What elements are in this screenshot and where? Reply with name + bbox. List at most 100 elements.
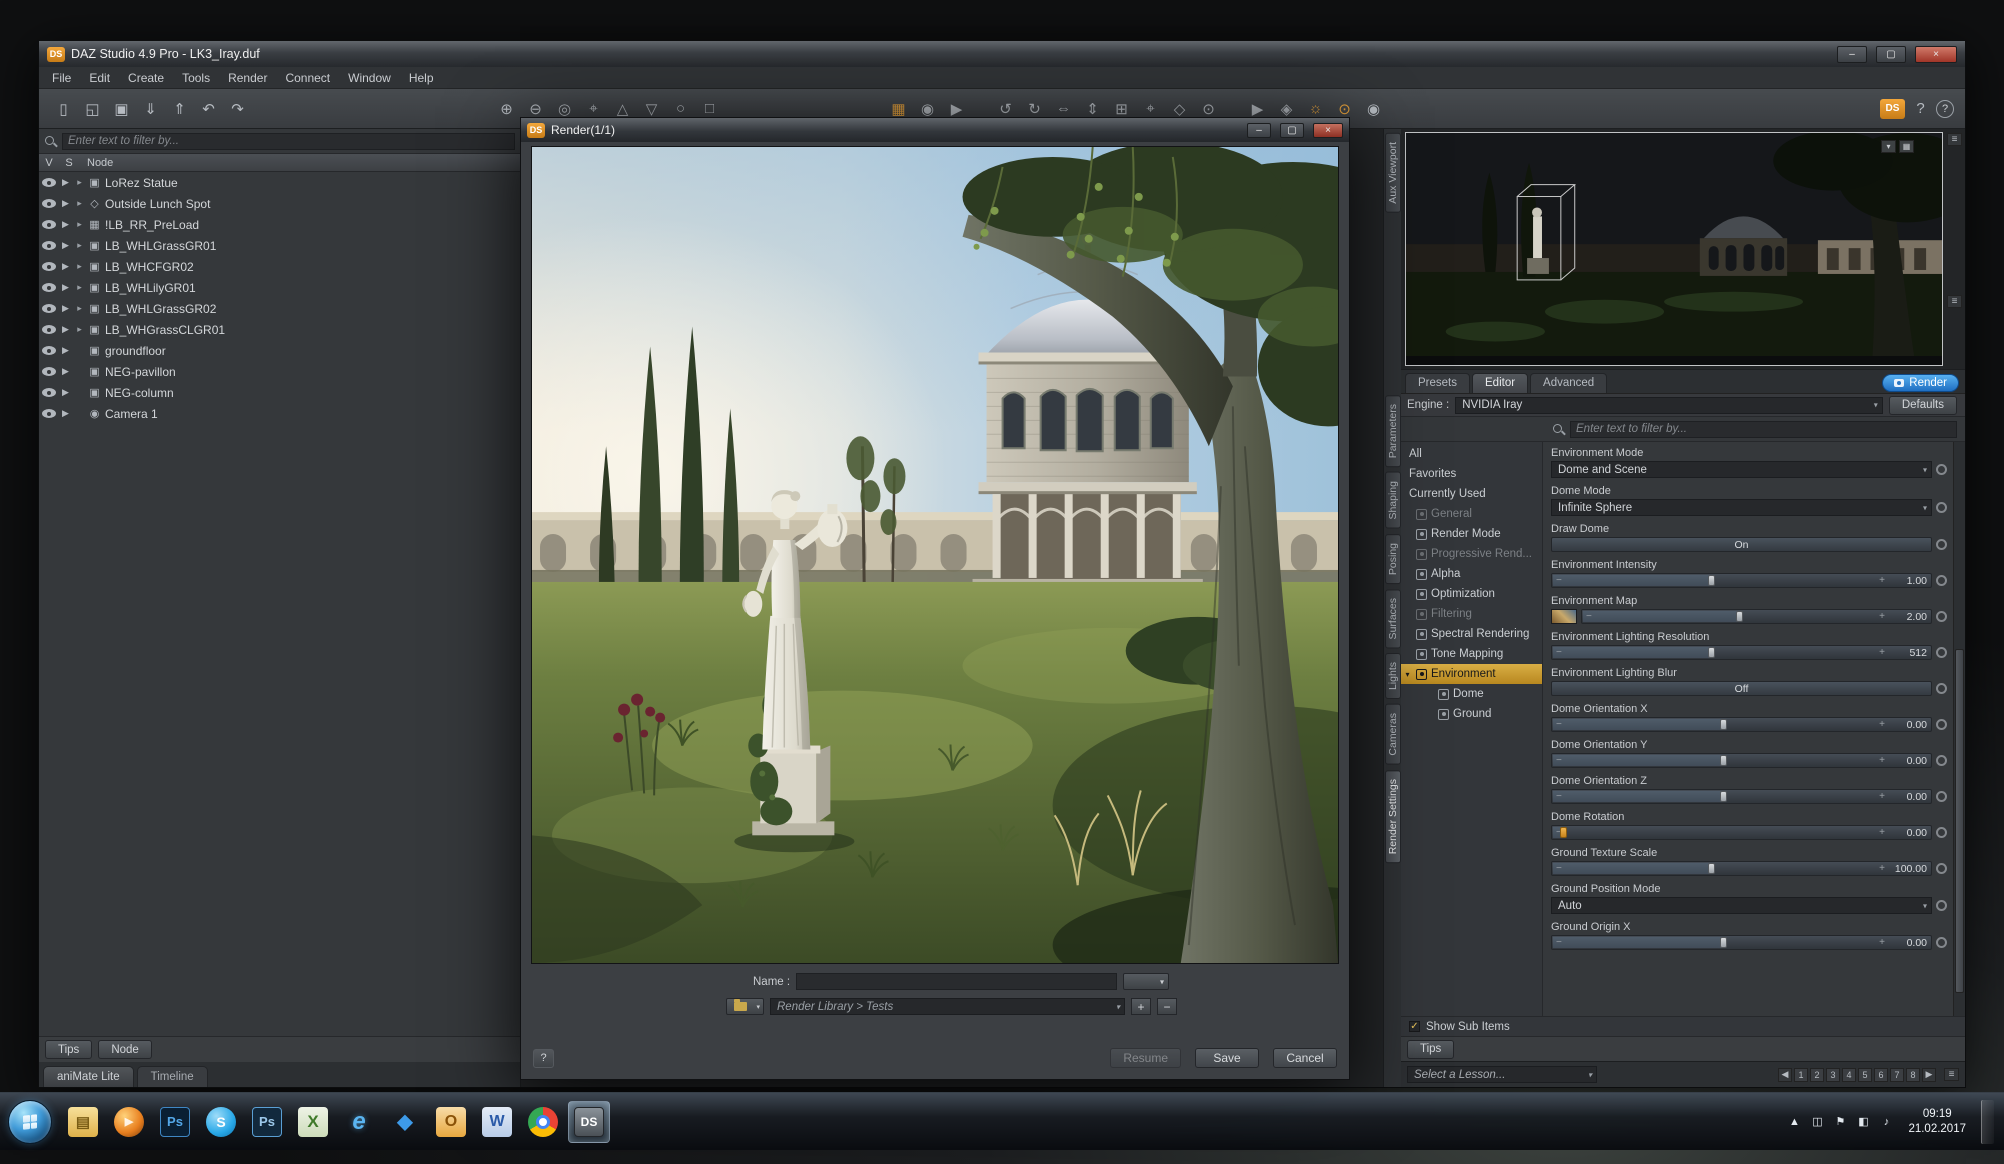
- render-settings-tab[interactable]: Editor: [1472, 373, 1528, 393]
- slider-handle[interactable]: [1708, 863, 1715, 874]
- slider-increment-icon[interactable]: [1879, 574, 1885, 587]
- taskbar-internet-explorer[interactable]: e: [338, 1101, 380, 1143]
- slider-decrement-icon[interactable]: [1556, 790, 1562, 803]
- slider-handle[interactable]: [1720, 755, 1727, 766]
- gear-icon[interactable]: [1936, 719, 1947, 730]
- scene-node-row[interactable]: ▶ ▸ ▣ LoRez Statue: [39, 172, 520, 193]
- visibility-eye-icon[interactable]: [42, 220, 56, 229]
- settings-category[interactable]: ▾ Dome: [1401, 684, 1542, 704]
- pager-page[interactable]: 6: [1874, 1068, 1888, 1082]
- lesson-dropdown[interactable]: Select a Lesson...: [1407, 1066, 1597, 1083]
- tray-volume-icon[interactable]: ♪: [1879, 1116, 1893, 1128]
- slider-decrement-icon[interactable]: [1556, 862, 1562, 875]
- slider-handle[interactable]: [1560, 827, 1567, 838]
- property-slider[interactable]: 512: [1551, 645, 1932, 660]
- gear-icon[interactable]: [1936, 900, 1947, 911]
- side-tab[interactable]: Lights: [1385, 653, 1401, 699]
- spacer[interactable]: [1389, 95, 1878, 122]
- render-name-input[interactable]: [796, 973, 1117, 990]
- lesson-menu-icon[interactable]: ≡: [1944, 1068, 1959, 1081]
- expand-caret-icon[interactable]: ▸: [75, 261, 84, 272]
- pager-page[interactable]: 8: [1906, 1068, 1920, 1082]
- selection-pointer-icon[interactable]: ▶: [60, 408, 71, 419]
- library-path-dropdown[interactable]: Render Library > Tests: [770, 998, 1125, 1015]
- minimize-button[interactable]: –: [1837, 46, 1867, 63]
- pager-prev-icon[interactable]: ◀: [1778, 1068, 1792, 1082]
- side-tab[interactable]: Posing: [1385, 534, 1401, 584]
- pager-page[interactable]: 2: [1810, 1068, 1824, 1082]
- gear-icon[interactable]: [1936, 464, 1947, 475]
- side-tab[interactable]: Cameras: [1385, 704, 1401, 765]
- selection-pointer-icon[interactable]: ▶: [60, 198, 71, 209]
- expand-caret-icon[interactable]: ▸: [75, 198, 84, 209]
- dialog-restore-button[interactable]: ▢: [1280, 123, 1304, 138]
- property-slider[interactable]: 2.00: [1581, 609, 1932, 624]
- gear-icon[interactable]: [1936, 575, 1947, 586]
- aux-viewport-preview[interactable]: ▾ ▦: [1405, 132, 1943, 366]
- slider-increment-icon[interactable]: [1879, 718, 1885, 731]
- slider-increment-icon[interactable]: [1879, 646, 1885, 659]
- scene-node-row[interactable]: ▶ ▸ ◉ Camera 1: [39, 403, 520, 424]
- remove-folder-button[interactable]: −: [1157, 998, 1177, 1015]
- slider-handle[interactable]: [1736, 611, 1743, 622]
- menu-item[interactable]: File: [43, 68, 80, 88]
- scene-node-row[interactable]: ▶ ▸ ▣ LB_WHGrassCLGR01: [39, 319, 520, 340]
- slider-handle[interactable]: [1720, 719, 1727, 730]
- help-icon[interactable]: ?: [1936, 100, 1954, 118]
- scene-node-row[interactable]: ▶ ▸ ▣ groundfloor: [39, 340, 520, 361]
- property-slider[interactable]: 0.00: [1551, 825, 1932, 840]
- settings-category[interactable]: ▾ Currently Used: [1401, 484, 1542, 504]
- dialog-close-button[interactable]: ×: [1313, 123, 1343, 138]
- import-icon[interactable]: ⇓: [137, 95, 164, 122]
- selection-pointer-icon[interactable]: ▶: [60, 177, 71, 188]
- create-null-icon[interactable]: ⊕: [493, 95, 520, 122]
- side-tab[interactable]: Render Settings: [1385, 770, 1401, 863]
- pager-next-icon[interactable]: ▶: [1922, 1068, 1936, 1082]
- dialog-minimize-button[interactable]: –: [1247, 123, 1271, 138]
- defaults-button[interactable]: Defaults: [1889, 396, 1957, 415]
- slider-decrement-icon[interactable]: [1556, 754, 1562, 767]
- expand-caret-icon[interactable]: ▸: [75, 240, 84, 251]
- selection-pointer-icon[interactable]: ▶: [60, 324, 71, 335]
- slider-handle[interactable]: [1708, 647, 1715, 658]
- side-tab[interactable]: Surfaces: [1385, 589, 1401, 648]
- properties-scrollbar[interactable]: [1953, 442, 1965, 1016]
- taskbar-clock[interactable]: 09:19 21.02.2017: [1908, 1107, 1966, 1137]
- selection-pointer-icon[interactable]: ▶: [60, 345, 71, 356]
- property-toggle[interactable]: Off: [1551, 681, 1932, 696]
- property-slider[interactable]: 0.00: [1551, 717, 1932, 732]
- scene-node-row[interactable]: ▶ ▸ ◇ Outside Lunch Spot: [39, 193, 520, 214]
- settings-category[interactable]: ▾ Alpha: [1401, 564, 1542, 584]
- settings-category[interactable]: ▾ General: [1401, 504, 1542, 524]
- visibility-eye-icon[interactable]: [42, 388, 56, 397]
- selection-pointer-icon[interactable]: ▶: [60, 240, 71, 251]
- expand-caret-icon[interactable]: ▸: [75, 219, 84, 230]
- slider-decrement-icon[interactable]: [1556, 646, 1562, 659]
- taskbar-dropbox[interactable]: ◆: [384, 1101, 426, 1143]
- gear-icon[interactable]: [1936, 502, 1947, 513]
- scene-node-row[interactable]: ▶ ▸ ▣ NEG-pavillon: [39, 361, 520, 382]
- dialog-help-button[interactable]: ?: [533, 1049, 554, 1068]
- visibility-eye-icon[interactable]: [42, 409, 56, 418]
- scene-node-row[interactable]: ▶ ▸ ▣ LB_WHLilyGR01: [39, 277, 520, 298]
- slider-handle[interactable]: [1720, 937, 1727, 948]
- selection-pointer-icon[interactable]: ▶: [60, 261, 71, 272]
- tips-button-right[interactable]: Tips: [1407, 1040, 1454, 1059]
- property-toggle[interactable]: On: [1551, 537, 1932, 552]
- aux-camera-dropdown-icon[interactable]: ▾: [1881, 140, 1896, 153]
- tab-aux-viewport[interactable]: Aux Viewport: [1385, 133, 1401, 213]
- render-dialog-titlebar[interactable]: DS Render(1/1) – ▢ ×: [521, 118, 1349, 142]
- settings-filter-input[interactable]: [1570, 421, 1957, 438]
- taskbar-photoshop[interactable]: Ps: [154, 1101, 196, 1143]
- redo-icon[interactable]: ↷: [224, 95, 251, 122]
- settings-category[interactable]: ▾ Ground: [1401, 704, 1542, 724]
- open-scene-icon[interactable]: ◱: [79, 95, 106, 122]
- menu-item[interactable]: Create: [119, 68, 173, 88]
- visibility-eye-icon[interactable]: [42, 304, 56, 313]
- settings-category[interactable]: ▾ Progressive Rend...: [1401, 544, 1542, 564]
- visibility-eye-icon[interactable]: [42, 346, 56, 355]
- menu-item[interactable]: Help: [400, 68, 443, 88]
- taskbar-explorer[interactable]: ▤: [62, 1101, 104, 1143]
- visibility-eye-icon[interactable]: [42, 199, 56, 208]
- tips-button[interactable]: Tips: [45, 1040, 92, 1059]
